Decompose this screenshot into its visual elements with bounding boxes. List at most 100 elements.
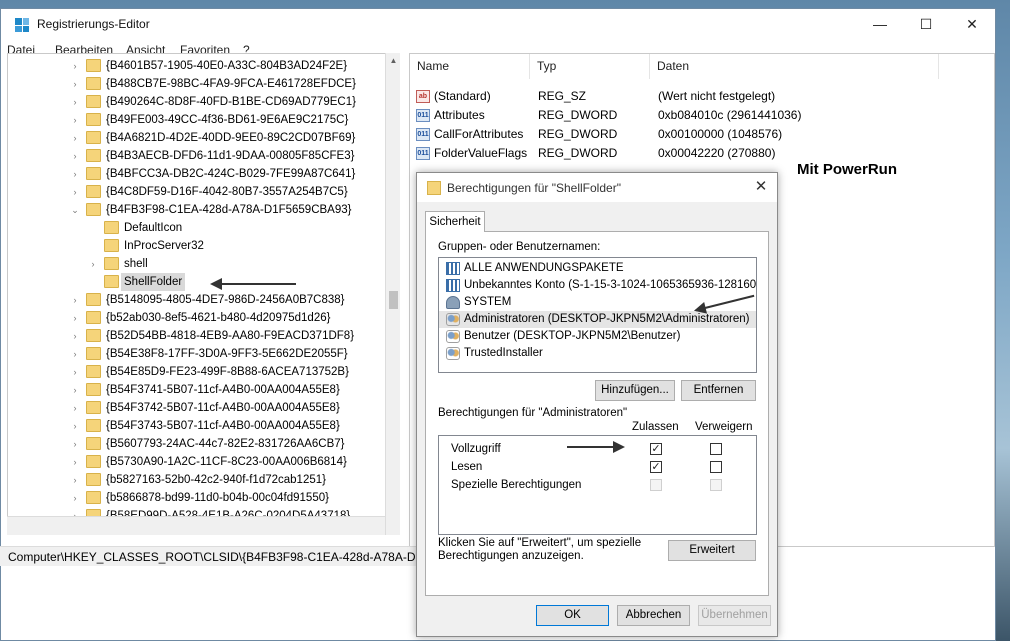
user-list-item[interactable]: Administratoren (DESKTOP-JKPN5M2\Adminis…: [439, 311, 756, 328]
expand-icon[interactable]: ›: [70, 309, 80, 327]
tree-item[interactable]: › {B54F3743-5B07-11cf-A4B0-00AA004A55E8}: [8, 417, 398, 435]
tree-item[interactable]: › {B54E38F8-17FF-3D0A-9FF3-5E662DE2055F}: [8, 345, 398, 363]
user-list-item[interactable]: Unbekanntes Konto (S-1-15-3-1024-1065365…: [439, 277, 756, 294]
expand-icon[interactable]: ›: [70, 363, 80, 381]
column-divider[interactable]: [529, 54, 530, 79]
expand-icon[interactable]: ›: [70, 57, 80, 75]
tree-item-label[interactable]: {B5148095-4805-4DE7-986D-2456A0B7C838}: [103, 291, 348, 309]
expand-icon[interactable]: ›: [70, 75, 80, 93]
user-list-item[interactable]: Benutzer (DESKTOP-JKPN5M2\Benutzer): [439, 328, 756, 345]
tree-item-label[interactable]: {b52ab030-8ef5-4621-b480-4d20975d1d26}: [103, 309, 333, 327]
tree-item[interactable]: › {B490264C-8D8F-40FD-B1BE-CD69AD779EC1}: [8, 93, 398, 111]
tree-item[interactable]: › {B54F3741-5B07-11cf-A4B0-00AA004A55E8}: [8, 381, 398, 399]
tree-item-label[interactable]: {B4A6821D-4D2E-40DD-9EE0-89C2CD07BF69}: [103, 129, 358, 147]
expand-icon[interactable]: ›: [70, 165, 80, 183]
expand-icon[interactable]: ›: [70, 129, 80, 147]
tree-item[interactable]: › {B4C8DF59-D16F-4042-80B7-3557A254B7C5}: [8, 183, 398, 201]
tree-item-label[interactable]: {B4601B57-1905-40E0-A33C-804B3AD24F2E}: [103, 57, 350, 75]
expand-icon[interactable]: ›: [70, 489, 80, 507]
ok-button[interactable]: OK: [536, 605, 609, 626]
scroll-up-icon[interactable]: ▲: [386, 53, 401, 68]
tree-item-label[interactable]: {B490264C-8D8F-40FD-B1BE-CD69AD779EC1}: [103, 93, 359, 111]
tree-item-label[interactable]: InProcServer32: [121, 237, 207, 255]
tree-item-label[interactable]: shell: [121, 255, 151, 273]
maximize-icon[interactable]: ☐: [903, 9, 949, 40]
tree-item-label[interactable]: {B54F3743-5B07-11cf-A4B0-00AA004A55E8}: [103, 417, 343, 435]
tree-item-label[interactable]: {B4C8DF59-D16F-4042-80B7-3557A254B7C5}: [103, 183, 351, 201]
tree-item-label[interactable]: {B5730A90-1A2C-11CF-8C23-00AA006B6814}: [103, 453, 350, 471]
tree-item[interactable]: ⌄ {B4FB3F98-C1EA-428d-A78A-D1F5659CBA93}: [8, 201, 398, 219]
allow-checkbox[interactable]: ✓: [650, 443, 662, 455]
expand-icon[interactable]: ›: [70, 147, 80, 165]
tree-item-label[interactable]: {B54F3741-5B07-11cf-A4B0-00AA004A55E8}: [103, 381, 343, 399]
tree-item[interactable]: › {b5827163-52b0-42c2-940f-f1d72cab1251}: [8, 471, 398, 489]
value-row[interactable]: ab (Standard) REG_SZ (Wert nicht festgelegt…: [410, 87, 996, 106]
tree-item-label[interactable]: {B54E85D9-FE23-499F-8B88-6ACEA713752B}: [103, 363, 352, 381]
user-list-item[interactable]: SYSTEM: [439, 294, 756, 311]
tree-item-label[interactable]: {b5827163-52b0-42c2-940f-f1d72cab1251}: [103, 471, 329, 489]
expand-icon[interactable]: ›: [70, 381, 80, 399]
tree-item-label[interactable]: {B4FB3F98-C1EA-428d-A78A-D1F5659CBA93}: [103, 201, 354, 219]
tree-item[interactable]: › shell: [8, 255, 398, 273]
tree-item[interactable]: ShellFolder: [8, 273, 398, 291]
tree-item-label[interactable]: DefaultIcon: [121, 219, 185, 237]
tree-item[interactable]: › {B54F3742-5B07-11cf-A4B0-00AA004A55E8}: [8, 399, 398, 417]
tree-item[interactable]: › {b52ab030-8ef5-4621-b480-4d20975d1d26}: [8, 309, 398, 327]
tree-item-label[interactable]: {B5607793-24AC-44c7-82E2-831726AA6CB7}: [103, 435, 348, 453]
expand-icon[interactable]: ›: [70, 327, 80, 345]
expand-icon[interactable]: ›: [70, 345, 80, 363]
tree-item-label[interactable]: {B54F3742-5B07-11cf-A4B0-00AA004A55E8}: [103, 399, 343, 417]
column-header-type[interactable]: Typ: [537, 59, 556, 73]
column-header-name[interactable]: Name: [417, 59, 449, 73]
tree-item[interactable]: › {B4A6821D-4D2E-40DD-9EE0-89C2CD07BF69}: [8, 129, 398, 147]
user-list[interactable]: ALLE ANWENDUNGSPAKETE Unbekanntes Konto (…: [438, 257, 757, 373]
expand-icon[interactable]: ›: [70, 111, 80, 129]
user-list-item[interactable]: ALLE ANWENDUNGSPAKETE: [439, 260, 756, 277]
tree-item[interactable]: › {B5607793-24AC-44c7-82E2-831726AA6CB7}: [8, 435, 398, 453]
tree-item[interactable]: › {B4BFCC3A-DB2C-424C-B029-7FE99A87C641}: [8, 165, 398, 183]
remove-button[interactable]: Entfernen: [681, 380, 756, 401]
tree-vertical-scrollbar[interactable]: ▲: [385, 53, 400, 535]
tree-horizontal-scrollbar[interactable]: [7, 516, 385, 535]
tree-item-label[interactable]: {B488CB7E-98BC-4FA9-9FCA-E461728EFDCE}: [103, 75, 359, 93]
value-row[interactable]: 011 CallForAttributes REG_DWORD 0x00100000 …: [410, 125, 996, 144]
tree-item-label[interactable]: {b5866878-bd99-11d0-b04b-00c04fd91550}: [103, 489, 332, 507]
tree-item-label[interactable]: {B54E38F8-17FF-3D0A-9FF3-5E662DE2055F}: [103, 345, 351, 363]
tab-sicherheit[interactable]: Sicherheit: [425, 211, 485, 232]
expand-icon[interactable]: ›: [88, 255, 98, 273]
tree-item[interactable]: InProcServer32: [8, 237, 398, 255]
expand-icon[interactable]: ›: [70, 471, 80, 489]
tree-item-label[interactable]: ShellFolder: [121, 273, 186, 291]
tree-item[interactable]: › {B52D54BB-4818-4EB9-AA80-F9EACD371DF8}: [8, 327, 398, 345]
tree-item[interactable]: › {B4601B57-1905-40E0-A33C-804B3AD24F2E}: [8, 57, 398, 75]
tree-item[interactable]: DefaultIcon: [8, 219, 398, 237]
tree-item[interactable]: › {B5148095-4805-4DE7-986D-2456A0B7C838}: [8, 291, 398, 309]
deny-checkbox[interactable]: [710, 461, 722, 473]
tree-item-label[interactable]: {B52D54BB-4818-4EB9-AA80-F9EACD371DF8}: [103, 327, 357, 345]
key-tree[interactable]: › {B4601B57-1905-40E0-A33C-804B3AD24F2E} ›…: [7, 53, 400, 535]
tree-item[interactable]: › {B4B3AECB-DFD6-11d1-9DAA-00805F85CFE3}: [8, 147, 398, 165]
allow-checkbox[interactable]: ✓: [650, 461, 662, 473]
tree-item-label[interactable]: {B49FE003-49CC-4f36-BD61-9E6AE9C2175C}: [103, 111, 351, 129]
column-header-data[interactable]: Daten: [657, 59, 689, 73]
expand-icon[interactable]: ›: [70, 435, 80, 453]
apply-button[interactable]: Übernehmen: [698, 605, 771, 626]
expand-icon[interactable]: ›: [70, 291, 80, 309]
expand-icon[interactable]: ›: [70, 93, 80, 111]
value-row[interactable]: 011 Attributes REG_DWORD 0xb084010c (296144…: [410, 106, 996, 125]
add-button[interactable]: Hinzufügen...: [595, 380, 675, 401]
minimize-icon[interactable]: —: [857, 9, 903, 40]
collapse-icon[interactable]: ⌄: [70, 201, 80, 219]
close-icon[interactable]: ✕: [949, 9, 995, 40]
tree-item[interactable]: › {B54E85D9-FE23-499F-8B88-6ACEA713752B}: [8, 363, 398, 381]
tree-item-label[interactable]: {B4B3AECB-DFD6-11d1-9DAA-00805F85CFE3}: [103, 147, 357, 165]
expand-icon[interactable]: ›: [70, 417, 80, 435]
cancel-button[interactable]: Abbrechen: [617, 605, 690, 626]
dialog-close-icon[interactable]: ✕: [751, 177, 771, 195]
deny-checkbox[interactable]: [710, 443, 722, 455]
expand-icon[interactable]: ›: [70, 183, 80, 201]
expand-icon[interactable]: ›: [70, 453, 80, 471]
tree-item[interactable]: › {B488CB7E-98BC-4FA9-9FCA-E461728EFDCE}: [8, 75, 398, 93]
tree-item[interactable]: › {B5730A90-1A2C-11CF-8C23-00AA006B6814}: [8, 453, 398, 471]
column-divider[interactable]: [938, 54, 939, 79]
